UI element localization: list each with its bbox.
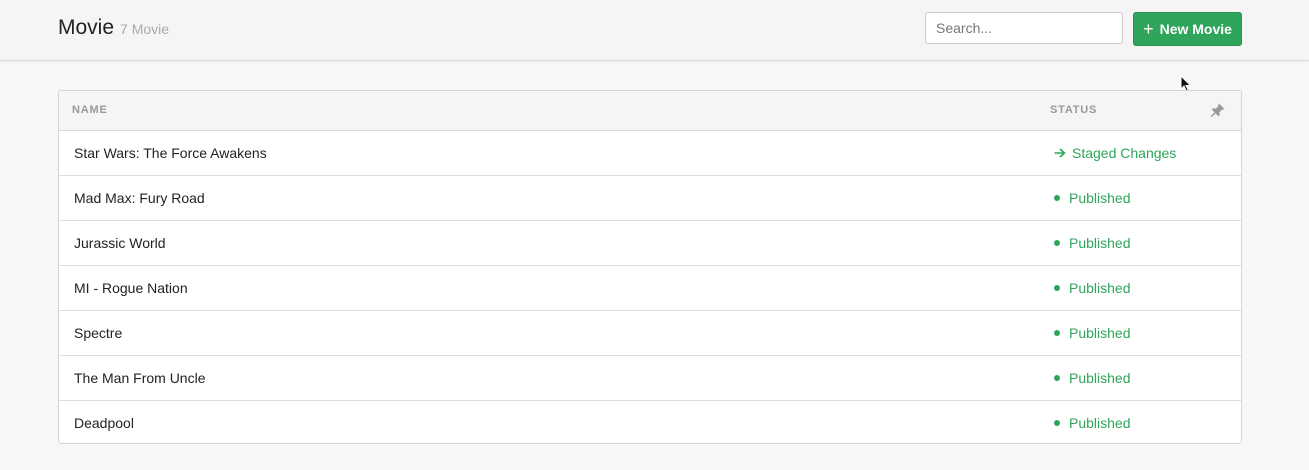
dot-icon [1054,240,1060,246]
top-bar: Movie 7 Movie + New Movie [0,0,1309,61]
plus-icon: + [1143,19,1154,39]
arrow-right-icon [1054,148,1066,158]
status-label: Published [1069,325,1131,341]
movie-name[interactable]: The Man From Uncle [74,370,205,386]
table-row[interactable]: Spectre Published [59,311,1241,356]
table-row[interactable]: The Man From Uncle Published [59,356,1241,401]
status-published: Published [1054,190,1131,206]
status-published: Published [1054,370,1131,386]
dot-icon [1054,195,1060,201]
new-movie-button[interactable]: + New Movie [1133,12,1242,46]
page-title: Movie [58,16,115,39]
status-label: Staged Changes [1072,145,1177,161]
status-staged: Staged Changes [1054,145,1176,161]
pin-icon[interactable] [1209,102,1226,119]
movie-name[interactable]: MI - Rogue Nation [74,280,188,296]
dot-icon [1054,285,1060,291]
search-input[interactable] [925,12,1123,44]
dot-icon [1054,330,1060,336]
movie-name[interactable]: Jurassic World [74,235,166,251]
table-row[interactable]: Jurassic World Published [59,221,1241,266]
status-published: Published [1054,235,1131,251]
column-header-status[interactable]: Status [1050,104,1097,116]
new-movie-button-label: New Movie [1159,21,1232,37]
movie-name[interactable]: Deadpool [74,415,134,431]
column-header-name[interactable]: Name [72,104,108,116]
status-label: Published [1069,280,1131,296]
table-row[interactable]: MI - Rogue Nation Published [59,266,1241,311]
status-published: Published [1054,415,1131,431]
table-row[interactable]: Deadpool Published [59,401,1241,443]
status-published: Published [1054,280,1131,296]
table-row[interactable]: Star Wars: The Force Awakens Staged Chan… [59,131,1241,176]
dot-icon [1054,375,1060,381]
movie-name[interactable]: Star Wars: The Force Awakens [74,145,267,161]
title-group: Movie 7 Movie [58,16,169,40]
status-label: Published [1069,370,1131,386]
movie-table: Name Status Star Wars: The Force Awakens… [58,90,1242,444]
status-label: Published [1069,190,1131,206]
dot-icon [1054,420,1060,426]
item-count: 7 Movie [120,21,170,37]
table-row[interactable]: Mad Max: Fury Road Published [59,176,1241,221]
movie-name[interactable]: Mad Max: Fury Road [74,190,205,206]
status-published: Published [1054,325,1131,341]
table-header: Name Status [59,91,1241,131]
status-label: Published [1069,235,1131,251]
status-label: Published [1069,415,1131,431]
movie-name[interactable]: Spectre [74,325,122,341]
